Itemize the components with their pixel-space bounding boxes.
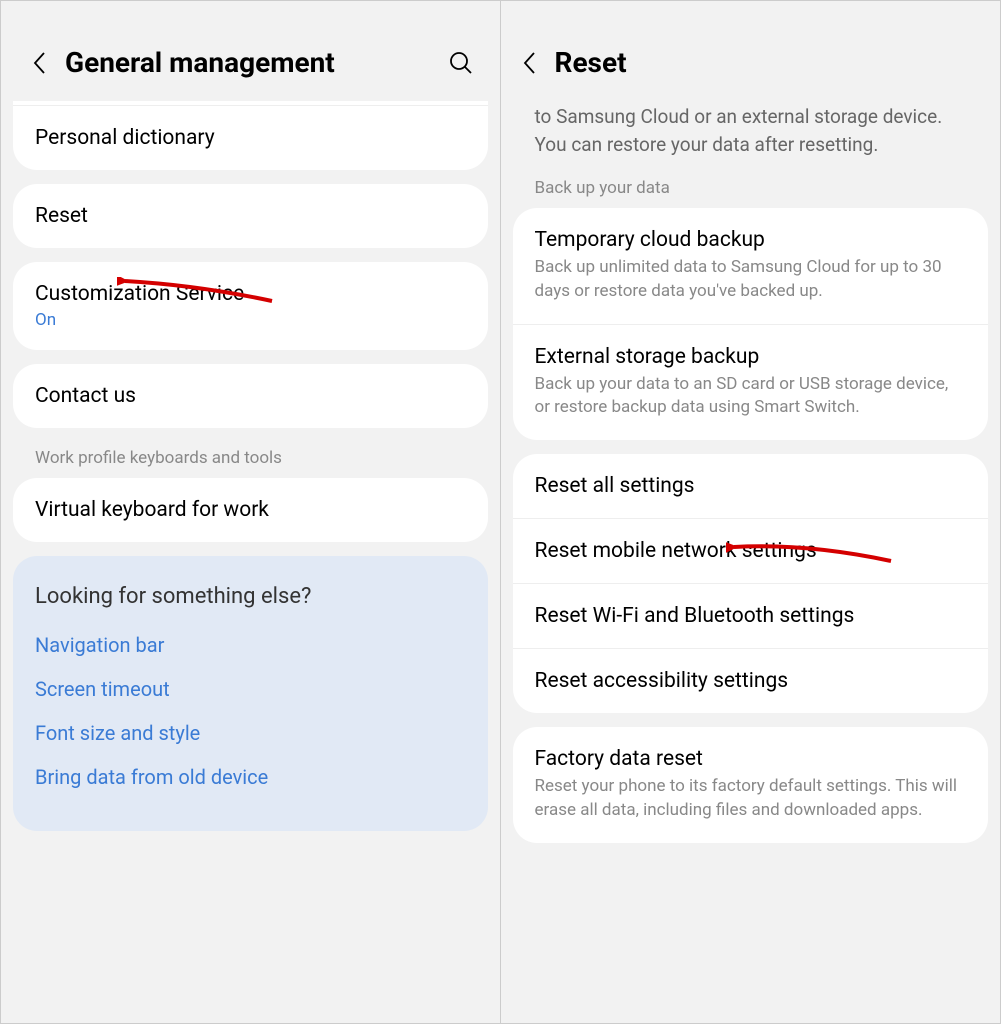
work-profile-label: Work profile keyboards and tools bbox=[13, 442, 488, 478]
external-storage-backup-item[interactable]: External storage backup Back up your dat… bbox=[513, 325, 989, 441]
suggest-link-bring-data[interactable]: Bring data from old device bbox=[35, 765, 466, 789]
general-management-screen: General management Personal dictionary R… bbox=[1, 1, 501, 1023]
factory-data-reset-item[interactable]: Factory data reset Reset your phone to i… bbox=[513, 727, 989, 843]
personal-dictionary-item[interactable]: Personal dictionary bbox=[13, 105, 488, 170]
item-label: Reset all settings bbox=[535, 474, 967, 498]
back-button[interactable] bbox=[515, 48, 545, 78]
search-button[interactable] bbox=[446, 48, 476, 78]
suggest-link-font-size[interactable]: Font size and style bbox=[35, 721, 466, 745]
chevron-left-icon bbox=[521, 50, 539, 76]
reset-screen: Reset to Samsung Cloud or an external st… bbox=[501, 1, 1001, 1023]
item-label: Temporary cloud backup bbox=[535, 228, 967, 252]
first-group: Personal dictionary bbox=[13, 101, 488, 170]
reset-options-group: Reset all settings Reset mobile network … bbox=[513, 454, 989, 713]
item-label: Reset Wi-Fi and Bluetooth settings bbox=[535, 604, 967, 628]
item-label: Contact us bbox=[35, 384, 466, 408]
virtual-keyboard-work-item[interactable]: Virtual keyboard for work bbox=[13, 478, 488, 542]
customization-group: Customization Service On bbox=[13, 262, 488, 350]
reset-wifi-bluetooth-item[interactable]: Reset Wi-Fi and Bluetooth settings bbox=[513, 584, 989, 649]
header: Reset bbox=[501, 1, 1001, 101]
search-icon bbox=[448, 50, 474, 76]
intro-text: to Samsung Cloud or an external storage … bbox=[513, 101, 989, 172]
suggest-link-navigation-bar[interactable]: Navigation bar bbox=[35, 633, 466, 657]
item-label: Personal dictionary bbox=[35, 126, 466, 150]
backup-section-label: Back up your data bbox=[513, 172, 989, 208]
reset-accessibility-item[interactable]: Reset accessibility settings bbox=[513, 649, 989, 713]
work-group: Virtual keyboard for work bbox=[13, 478, 488, 542]
item-label: Factory data reset bbox=[535, 747, 967, 771]
backup-group: Temporary cloud backup Back up unlimited… bbox=[513, 208, 989, 440]
back-button[interactable] bbox=[25, 48, 55, 78]
item-label: Customization Service bbox=[35, 282, 466, 306]
factory-reset-group: Factory data reset Reset your phone to i… bbox=[513, 727, 989, 843]
contact-group: Contact us bbox=[13, 364, 488, 428]
item-label: Virtual keyboard for work bbox=[35, 498, 466, 522]
reset-group: Reset bbox=[13, 184, 488, 248]
reset-mobile-network-item[interactable]: Reset mobile network settings bbox=[513, 519, 989, 584]
item-label: Reset mobile network settings bbox=[535, 539, 967, 563]
customization-service-item[interactable]: Customization Service On bbox=[13, 262, 488, 350]
item-status: On bbox=[35, 310, 466, 330]
item-description: Back up your data to an SD card or USB s… bbox=[535, 373, 967, 421]
temporary-cloud-backup-item[interactable]: Temporary cloud backup Back up unlimited… bbox=[513, 208, 989, 325]
suggestions-card: Looking for something else? Navigation b… bbox=[13, 556, 488, 831]
page-title: General management bbox=[65, 46, 446, 79]
item-label: External storage backup bbox=[535, 345, 967, 369]
reset-item[interactable]: Reset bbox=[13, 184, 488, 248]
item-description: Back up unlimited data to Samsung Cloud … bbox=[535, 256, 967, 304]
item-label: Reset bbox=[35, 204, 466, 228]
reset-all-settings-item[interactable]: Reset all settings bbox=[513, 454, 989, 519]
suggest-link-screen-timeout[interactable]: Screen timeout bbox=[35, 677, 466, 701]
header: General management bbox=[1, 1, 500, 107]
chevron-left-icon bbox=[31, 50, 49, 76]
suggestions-title: Looking for something else? bbox=[35, 584, 466, 609]
page-title: Reset bbox=[555, 46, 977, 79]
item-description: Reset your phone to its factory default … bbox=[535, 775, 967, 823]
contact-us-item[interactable]: Contact us bbox=[13, 364, 488, 428]
item-label: Reset accessibility settings bbox=[535, 669, 967, 693]
